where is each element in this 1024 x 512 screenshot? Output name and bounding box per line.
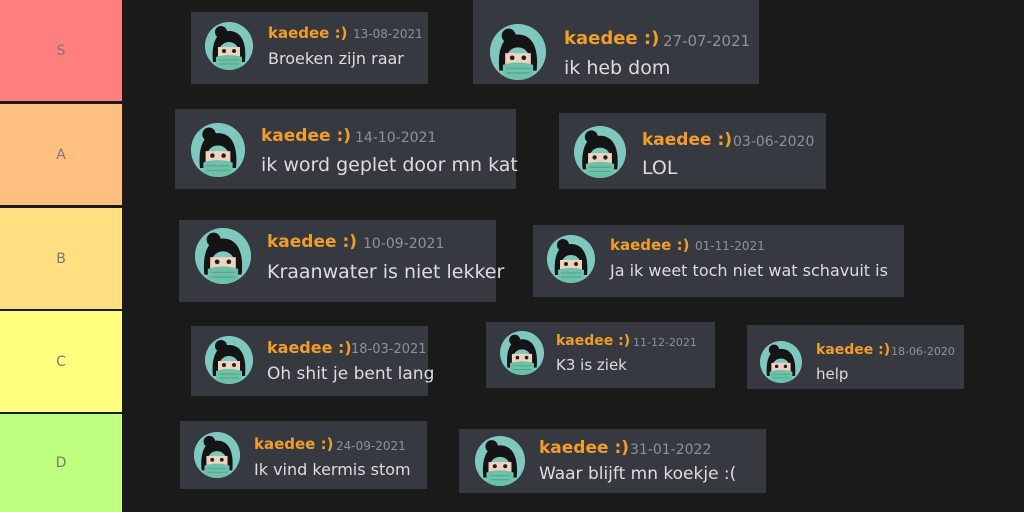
message-card[interactable]: kaedee :) 24-09-2021 Ik vind kermis stom (180, 421, 427, 489)
girl-avatar-icon (760, 341, 802, 383)
author-name[interactable]: kaedee :) (816, 342, 890, 358)
message-text: Kraanwater is niet lekker (267, 261, 505, 283)
message-card[interactable]: kaedee :) 10-09-2021 Kraanwater is niet … (179, 220, 504, 302)
message-timestamp: 18-03-2021 (351, 342, 427, 357)
message-card[interactable]: kaedee :) 01-11-2021 Ja ik weet toch nie… (533, 225, 904, 297)
message-timestamp: 11-12-2021 (633, 336, 697, 349)
author-name[interactable]: kaedee :) (267, 232, 357, 252)
message-text: Waar blijft mn koekje :( (539, 464, 737, 484)
author-name[interactable]: kaedee :) (642, 130, 732, 150)
message-timestamp: 10-09-2021 (363, 236, 445, 252)
message-timestamp: 01-11-2021 (695, 239, 765, 253)
author-name[interactable]: kaedee :) (261, 126, 351, 146)
tier-row-a: A kaedee :) 14-10-2021 ik word geplet do… (0, 104, 1024, 205)
message-timestamp: 31-01-2022 (630, 442, 712, 458)
girl-avatar-icon (205, 22, 253, 70)
message-card[interactable]: kaedee :) 18-06-2020 help (747, 325, 964, 389)
tier-label-b: B (0, 208, 122, 309)
tier-content-s: kaedee :) 13-08-2021 Broeken zijn raar k… (124, 0, 1024, 101)
author-name[interactable]: kaedee :) (610, 236, 689, 254)
message-text: Ja ik weet toch niet wat schavuit is (610, 261, 888, 280)
message-card[interactable]: kaedee :) 27-07-2021 ik heb dom (473, 0, 759, 84)
message-timestamp: 27-07-2021 (663, 32, 751, 50)
message-text: Ik vind kermis stom (254, 460, 411, 479)
girl-avatar-icon (490, 24, 546, 80)
author-name[interactable]: kaedee :) (556, 333, 630, 349)
tier-content-a: kaedee :) 14-10-2021 ik word geplet door… (124, 104, 1024, 205)
message-card[interactable]: kaedee :) 13-08-2021 Broeken zijn raar (191, 12, 428, 84)
tier-content-c: kaedee :) 18-03-2021 Oh shit je bent lan… (124, 311, 1024, 412)
message-card[interactable]: kaedee :) 11-12-2021 K3 is ziek (486, 322, 715, 388)
message-card[interactable]: kaedee :) 14-10-2021 ik word geplet door… (175, 109, 518, 189)
message-timestamp: 24-09-2021 (336, 439, 406, 453)
message-timestamp: 13-08-2021 (353, 27, 423, 41)
tier-row-b: B kaedee :) 10-09-2021 Kraanwater is nie… (0, 208, 1024, 309)
message-text: help (816, 365, 849, 383)
tier-row-d: D kaedee :) 24-09-2021 Ik vind kermis st… (0, 414, 1024, 512)
girl-avatar-icon (574, 126, 626, 178)
girl-avatar-icon (194, 432, 240, 478)
tier-row-s: S kaedee :) 13-08-2021 Broeken zijn raar… (0, 0, 1024, 101)
message-card[interactable]: kaedee :) 18-03-2021 Oh shit je bent lan… (191, 326, 434, 396)
tier-label-d: D (0, 414, 122, 512)
girl-avatar-icon (191, 123, 245, 177)
message-text: LOL (642, 157, 678, 179)
author-name[interactable]: kaedee :) (539, 438, 629, 458)
author-name[interactable]: kaedee :) (267, 338, 352, 357)
tier-label-a: A (0, 104, 122, 205)
message-text: Broeken zijn raar (268, 49, 404, 68)
message-card[interactable]: kaedee :) 03-06-2020 LOL (559, 113, 826, 189)
tier-label-c: C (0, 311, 122, 412)
girl-avatar-icon (475, 436, 525, 486)
girl-avatar-icon (205, 336, 253, 384)
tier-content-d: kaedee :) 24-09-2021 Ik vind kermis stom… (124, 414, 1024, 512)
tier-content-b: kaedee :) 10-09-2021 Kraanwater is niet … (124, 208, 1024, 309)
message-text: K3 is ziek (556, 356, 627, 374)
girl-avatar-icon (195, 228, 251, 284)
message-text: ik heb dom (564, 57, 671, 79)
tier-label-s: S (0, 0, 122, 101)
author-name[interactable]: kaedee :) (268, 24, 347, 42)
message-timestamp: 03-06-2020 (733, 134, 815, 150)
author-name[interactable]: kaedee :) (254, 435, 333, 453)
message-text: ik word geplet door mn kat (261, 154, 518, 176)
girl-avatar-icon (547, 235, 595, 283)
author-name[interactable]: kaedee :) (564, 28, 659, 49)
message-timestamp: 18-06-2020 (891, 345, 955, 358)
message-card[interactable]: kaedee :) 31-01-2022 Waar blijft mn koek… (459, 429, 766, 493)
message-timestamp: 14-10-2021 (355, 130, 437, 146)
message-text: Oh shit je bent lang (267, 364, 435, 384)
girl-avatar-icon (500, 331, 544, 375)
tier-row-c: C kaedee :) 18-03-2021 Oh shit je bent l… (0, 311, 1024, 412)
